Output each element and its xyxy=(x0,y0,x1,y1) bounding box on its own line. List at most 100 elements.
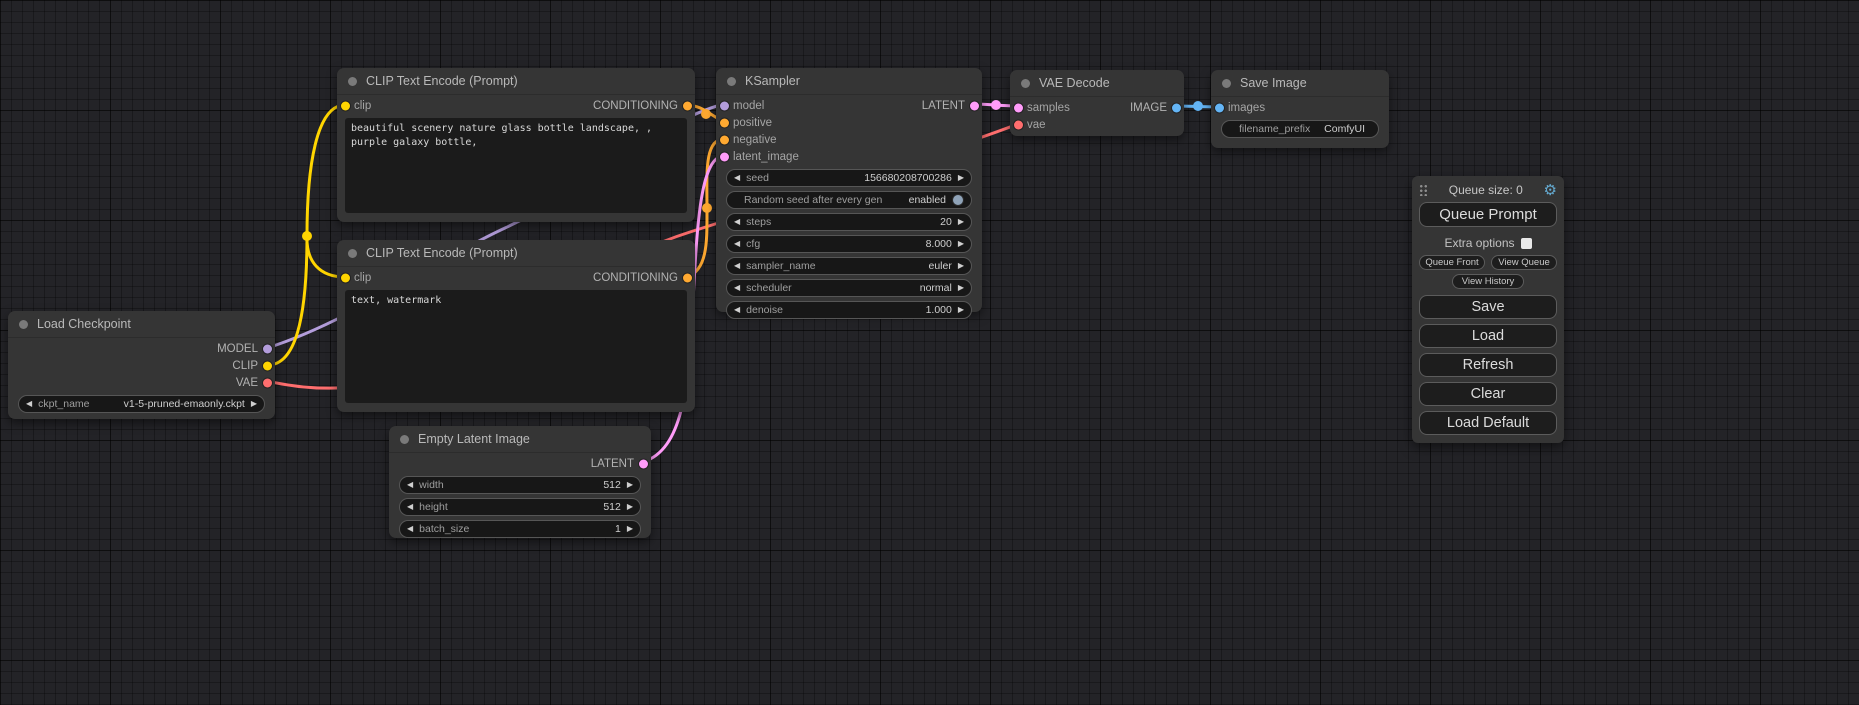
link-dot-latent[interactable] xyxy=(991,100,1001,110)
port-image-output[interactable] xyxy=(1172,103,1181,112)
arrow-left-icon[interactable]: ◀ xyxy=(407,525,413,533)
queue-prompt-button[interactable]: Queue Prompt xyxy=(1419,202,1557,227)
arrow-left-icon[interactable]: ◀ xyxy=(734,284,740,292)
seed-widget[interactable]: ◀ seed 156680208700286 ▶ xyxy=(726,169,972,187)
view-history-button[interactable]: View History xyxy=(1452,274,1524,289)
port-conditioning-output[interactable] xyxy=(683,273,692,282)
arrow-left-icon[interactable]: ◀ xyxy=(734,174,740,182)
view-queue-button[interactable]: View Queue xyxy=(1491,255,1557,270)
port-vae-output[interactable] xyxy=(263,378,272,387)
collapse-dot-icon[interactable] xyxy=(19,320,28,329)
arrow-right-icon[interactable]: ▶ xyxy=(958,262,964,270)
queue-size-label: Queue size: 0 xyxy=(1449,183,1523,197)
port-model-input[interactable] xyxy=(720,101,729,110)
extra-options-label: Extra options xyxy=(1444,236,1514,250)
io-row: clip CONDITIONING xyxy=(337,97,695,114)
port-images-input[interactable] xyxy=(1215,103,1224,112)
collapse-dot-icon[interactable] xyxy=(348,249,357,258)
height-widget[interactable]: ◀ height 512 ▶ xyxy=(399,498,641,516)
steps-widget[interactable]: ◀ steps 20 ▶ xyxy=(726,213,972,231)
node-header: KSampler xyxy=(716,68,982,95)
port-conditioning-output[interactable] xyxy=(683,101,692,110)
arrow-right-icon[interactable]: ▶ xyxy=(627,525,633,533)
width-widget[interactable]: ◀ width 512 ▶ xyxy=(399,476,641,494)
node-clip-text-encode-negative[interactable]: CLIP Text Encode (Prompt) clip CONDITION… xyxy=(337,240,695,412)
node-load-checkpoint[interactable]: Load Checkpoint MODEL CLIP VAE ◀ ckpt_na… xyxy=(8,311,275,419)
arrow-left-icon[interactable]: ◀ xyxy=(407,503,413,511)
output-row: VAE xyxy=(8,374,275,391)
scheduler-widget[interactable]: ◀ scheduler normal ▶ xyxy=(726,279,972,297)
arrow-right-icon[interactable]: ▶ xyxy=(958,240,964,248)
filename-prefix-widget[interactable]: filename_prefix ComfyUI xyxy=(1221,120,1379,138)
node-empty-latent-image[interactable]: Empty Latent Image LATENT ◀ width 512 ▶ … xyxy=(389,426,651,538)
io-row: images xyxy=(1211,99,1389,116)
port-samples-input[interactable] xyxy=(1014,103,1023,112)
drag-handle-icon[interactable] xyxy=(1419,184,1428,196)
node-title: Empty Latent Image xyxy=(418,432,530,446)
batch-size-widget[interactable]: ◀ batch_size 1 ▶ xyxy=(399,520,641,538)
node-title: VAE Decode xyxy=(1039,76,1110,90)
port-clip-input[interactable] xyxy=(341,101,350,110)
negative-prompt-textarea[interactable]: text, watermark xyxy=(345,290,687,403)
arrow-left-icon[interactable]: ◀ xyxy=(734,306,740,314)
collapse-dot-icon[interactable] xyxy=(1222,79,1231,88)
collapse-dot-icon[interactable] xyxy=(348,77,357,86)
arrow-left-icon[interactable]: ◀ xyxy=(734,218,740,226)
load-button[interactable]: Load xyxy=(1419,324,1557,348)
io-row: model LATENT xyxy=(716,97,982,114)
arrow-right-icon[interactable]: ▶ xyxy=(958,306,964,314)
node-vae-decode[interactable]: VAE Decode samples IMAGE vae xyxy=(1010,70,1184,136)
node-header: Load Checkpoint xyxy=(8,311,275,338)
clear-button[interactable]: Clear xyxy=(1419,382,1557,406)
arrow-left-icon[interactable]: ◀ xyxy=(734,240,740,248)
port-clip-output[interactable] xyxy=(263,361,272,370)
collapse-dot-icon[interactable] xyxy=(727,77,736,86)
load-default-button[interactable]: Load Default xyxy=(1419,411,1557,435)
collapse-dot-icon[interactable] xyxy=(400,435,409,444)
save-button[interactable]: Save xyxy=(1419,295,1557,319)
output-row: LATENT xyxy=(389,455,651,472)
arrow-right-icon[interactable]: ▶ xyxy=(627,481,633,489)
node-title: KSampler xyxy=(745,74,800,88)
port-positive-input[interactable] xyxy=(720,118,729,127)
cfg-widget[interactable]: ◀ cfg 8.000 ▶ xyxy=(726,235,972,253)
sampler-name-widget[interactable]: ◀ sampler_name euler ▶ xyxy=(726,257,972,275)
arrow-right-icon[interactable]: ▶ xyxy=(958,284,964,292)
denoise-widget[interactable]: ◀ denoise 1.000 ▶ xyxy=(726,301,972,319)
link-dot-positive[interactable] xyxy=(701,109,711,119)
refresh-button[interactable]: Refresh xyxy=(1419,353,1557,377)
arrow-right-icon[interactable]: ▶ xyxy=(251,400,257,408)
port-model-output[interactable] xyxy=(263,344,272,353)
queue-panel: Queue size: 0 ⚙ Queue Prompt Extra optio… xyxy=(1412,176,1564,443)
arrow-left-icon[interactable]: ◀ xyxy=(407,481,413,489)
random-seed-toggle-widget[interactable]: Random seed after every gen enabled xyxy=(726,191,972,209)
output-row: MODEL xyxy=(8,340,275,357)
arrow-right-icon[interactable]: ▶ xyxy=(627,503,633,511)
arrow-right-icon[interactable]: ▶ xyxy=(958,174,964,182)
link-dot-negative[interactable] xyxy=(702,203,712,213)
arrow-right-icon[interactable]: ▶ xyxy=(958,218,964,226)
arrow-left-icon[interactable]: ◀ xyxy=(734,262,740,270)
link-dot-clip[interactable] xyxy=(302,231,312,241)
toggle-enabled-icon[interactable] xyxy=(952,194,964,206)
settings-gear-icon[interactable]: ⚙ xyxy=(1544,183,1557,198)
port-clip-input[interactable] xyxy=(341,273,350,282)
ckpt-name-widget[interactable]: ◀ ckpt_name v1-5-pruned-emaonly.ckpt ▶ xyxy=(18,395,265,413)
port-latent-output[interactable] xyxy=(970,101,979,110)
node-title: Load Checkpoint xyxy=(37,317,131,331)
port-negative-input[interactable] xyxy=(720,135,729,144)
extra-options-checkbox[interactable] xyxy=(1521,238,1532,249)
queue-front-button[interactable]: Queue Front xyxy=(1419,255,1485,270)
port-latent-image-input[interactable] xyxy=(720,152,729,161)
node-save-image[interactable]: Save Image images filename_prefix ComfyU… xyxy=(1211,70,1389,148)
link-dot-image[interactable] xyxy=(1193,101,1203,111)
node-header: VAE Decode xyxy=(1010,70,1184,97)
node-ksampler[interactable]: KSampler model LATENT positive negative … xyxy=(716,68,982,312)
port-vae-input[interactable] xyxy=(1014,120,1023,129)
collapse-dot-icon[interactable] xyxy=(1021,79,1030,88)
node-clip-text-encode-positive[interactable]: CLIP Text Encode (Prompt) clip CONDITION… xyxy=(337,68,695,222)
positive-prompt-textarea[interactable]: beautiful scenery nature glass bottle la… xyxy=(345,118,687,213)
arrow-left-icon[interactable]: ◀ xyxy=(26,400,32,408)
port-latent-output[interactable] xyxy=(639,459,648,468)
node-title: CLIP Text Encode (Prompt) xyxy=(366,74,518,88)
